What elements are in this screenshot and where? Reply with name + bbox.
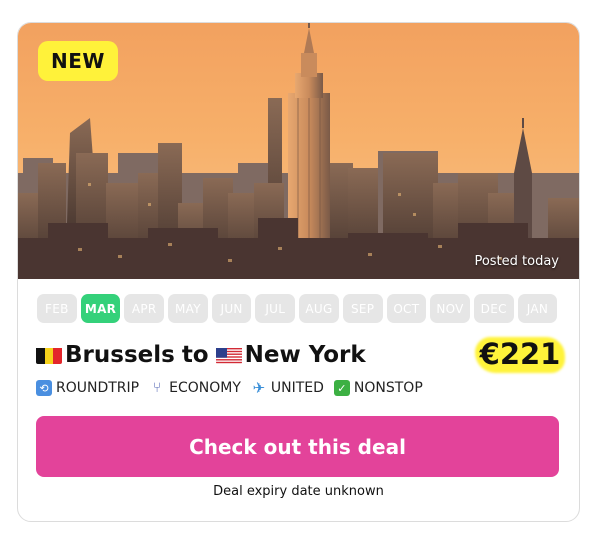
month-selector: FEB MAR APR MAY JUN JUL AUG SEP OCT NOV … <box>37 294 558 323</box>
new-badge: NEW <box>38 41 118 81</box>
seat-icon: ⑂ <box>152 380 162 396</box>
month-apr[interactable]: APR <box>124 294 165 323</box>
usa-flag-icon <box>215 346 242 364</box>
month-oct[interactable]: OCT <box>386 294 427 323</box>
month-feb[interactable]: FEB <box>37 294 77 323</box>
tag-economy: ⑂ ECONOMY <box>149 380 241 396</box>
deal-tags: ⟲ ROUNDTRIP ⑂ ECONOMY ✈ UNITED ✓ NONSTOP <box>36 379 423 397</box>
tag-nonstop-label: NONSTOP <box>353 380 423 396</box>
posted-date: Posted today <box>474 254 559 269</box>
month-dec[interactable]: DEC <box>473 294 514 323</box>
origin-city: Brussels <box>65 342 175 368</box>
checkmark-icon: ✓ <box>333 380 350 396</box>
route-title: Brussels to New York <box>36 335 366 375</box>
price-tag: €221 <box>475 331 565 377</box>
tag-nonstop: ✓ NONSTOP <box>333 380 423 396</box>
tag-economy-label: ECONOMY <box>169 380 241 396</box>
month-nov[interactable]: NOV <box>430 294 470 323</box>
airplane-icon: ✈ <box>252 379 266 397</box>
belgium-flag-icon <box>36 346 62 364</box>
month-jun[interactable]: JUN <box>211 294 252 323</box>
tag-airline: ✈ UNITED <box>251 379 324 397</box>
tag-airline-label: UNITED <box>270 380 324 396</box>
destination-city: New York <box>244 342 366 368</box>
month-jul[interactable]: JUL <box>255 294 296 323</box>
tag-roundtrip: ⟲ ROUNDTRIP <box>36 380 139 396</box>
hero-image: NEW Posted today <box>18 23 579 279</box>
month-sep[interactable]: SEP <box>342 294 383 323</box>
month-may[interactable]: MAY <box>168 294 208 323</box>
tag-roundtrip-label: ROUNDTRIP <box>56 380 140 396</box>
month-aug[interactable]: AUG <box>299 294 339 323</box>
deal-expiry: Deal expiry date unknown <box>213 484 384 499</box>
deal-card[interactable]: NEW Posted today FEB MAR APR MAY JUN JUL… <box>17 22 580 522</box>
month-jan[interactable]: JAN <box>517 294 558 323</box>
price-value: €221 <box>479 337 561 371</box>
roundtrip-icon: ⟲ <box>36 380 52 396</box>
month-mar[interactable]: MAR <box>80 294 121 323</box>
route-connector: to <box>181 342 209 368</box>
check-out-deal-button[interactable]: Check out this deal <box>36 416 559 477</box>
